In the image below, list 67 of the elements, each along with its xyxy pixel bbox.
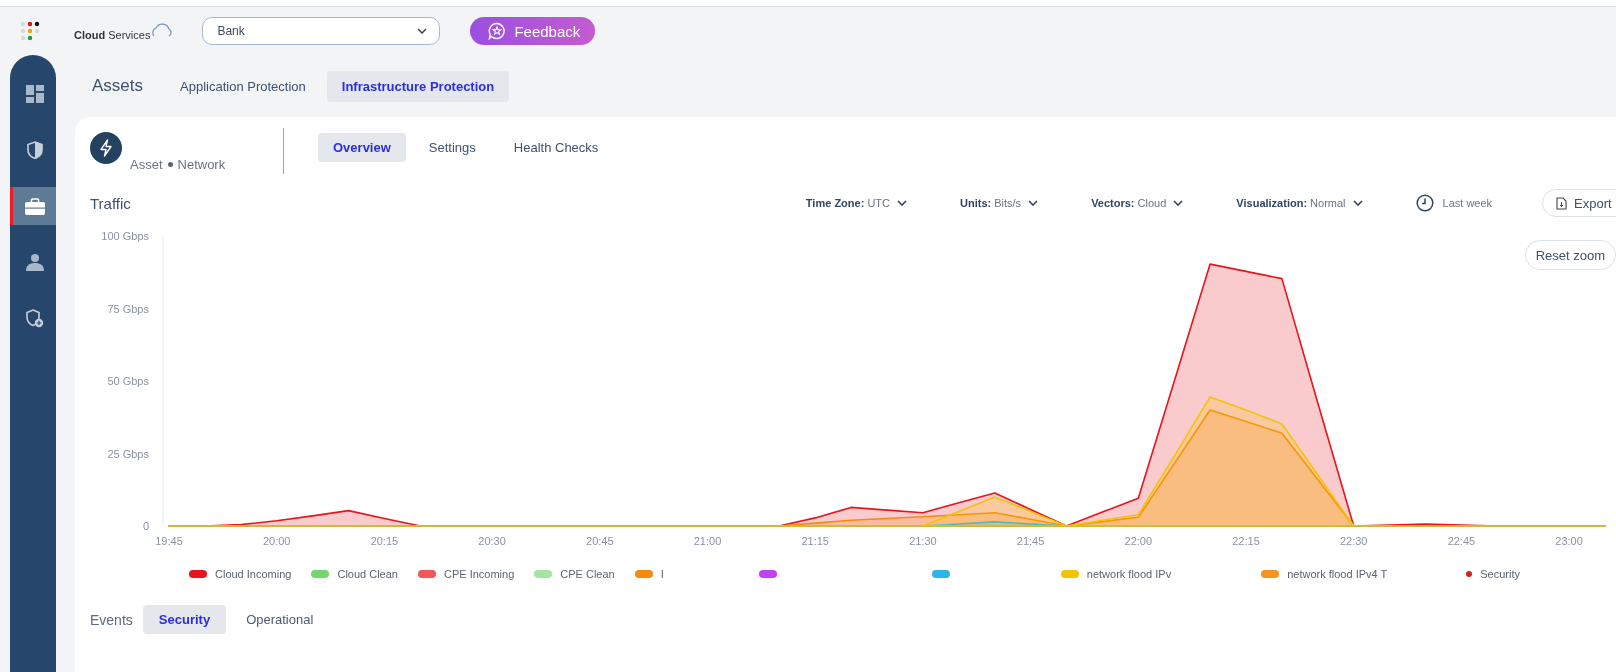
x-axis-label: 23:00 bbox=[1555, 535, 1583, 547]
y-axis-label: 100 Gbps bbox=[101, 230, 149, 242]
x-axis-label: 20:45 bbox=[586, 535, 614, 547]
x-axis-label: 21:45 bbox=[1016, 535, 1045, 547]
separator-dot-icon bbox=[167, 161, 173, 167]
traffic-title: Traffic bbox=[90, 194, 131, 212]
shield-icon bbox=[26, 141, 43, 159]
y-axis-label: 0 bbox=[142, 520, 149, 532]
reset-zoom-button[interactable]: Reset zoom bbox=[1524, 240, 1616, 270]
x-axis-label: 22:00 bbox=[1124, 535, 1153, 547]
section-tab[interactable]: Application Protection bbox=[165, 70, 321, 102]
filter-dropdown[interactable]: Vectors: Cloud bbox=[1091, 197, 1184, 209]
briefcase-icon bbox=[24, 197, 45, 215]
document-icon bbox=[1556, 196, 1568, 210]
chevron-down-icon bbox=[897, 200, 907, 206]
chevron-down-icon bbox=[417, 28, 428, 34]
time-range-button[interactable]: Last week bbox=[1415, 194, 1493, 212]
clock-icon bbox=[1415, 194, 1434, 212]
section-tab[interactable]: Infrastructure Protection bbox=[326, 70, 510, 102]
events-tab[interactable]: Security bbox=[142, 605, 227, 634]
legend-label: network flood IPv bbox=[1086, 568, 1172, 580]
asset-tab[interactable]: Overview bbox=[318, 132, 406, 162]
filter-dropdown[interactable]: Time Zone: UTC bbox=[805, 197, 907, 209]
legend-label: Cloud Clean bbox=[337, 568, 398, 580]
x-axis-label: 22:45 bbox=[1447, 535, 1476, 547]
filter-dropdown[interactable]: Units: Bits/s bbox=[960, 197, 1039, 209]
filter-dropdown[interactable]: Visualization: Normal bbox=[1236, 197, 1363, 209]
cloud-icon bbox=[150, 21, 175, 39]
x-axis-label: 22:30 bbox=[1339, 535, 1368, 547]
asset-tab[interactable]: Health Checks bbox=[498, 132, 614, 162]
feedback-button[interactable]: Feedback bbox=[470, 17, 596, 45]
x-axis-label: 22:15 bbox=[1232, 535, 1260, 547]
x-axis-label: 21:30 bbox=[909, 535, 937, 547]
legend-label: network flood IPv4 T bbox=[1287, 568, 1388, 580]
brand-name: Cloud Services bbox=[74, 29, 151, 41]
logo-icon bbox=[20, 21, 42, 41]
account-select[interactable]: Bank bbox=[202, 17, 441, 45]
section-title: Assets bbox=[92, 76, 144, 96]
export-button[interactable]: Export bbox=[1542, 189, 1616, 217]
asset-tab[interactable]: Settings bbox=[413, 132, 491, 162]
sidebar-item[interactable] bbox=[10, 187, 56, 225]
events-tab[interactable]: Operational bbox=[230, 605, 330, 634]
y-axis-label: 50 Gbps bbox=[107, 375, 149, 387]
y-axis-label: 75 Gbps bbox=[107, 302, 149, 315]
x-axis-label: 21:00 bbox=[693, 535, 722, 547]
chevron-down-icon bbox=[1352, 200, 1363, 206]
legend-label: I bbox=[660, 568, 664, 580]
legend-label: CPE Clean bbox=[560, 568, 615, 580]
x-axis-label: 20:00 bbox=[262, 535, 291, 547]
user-icon bbox=[25, 253, 44, 271]
y-axis-label: 25 Gbps bbox=[107, 447, 149, 460]
legend-label: Cloud Incoming bbox=[215, 568, 292, 580]
dashboard-icon bbox=[25, 85, 44, 103]
asset-type: Asset bbox=[130, 156, 163, 172]
lightning-icon bbox=[90, 132, 122, 164]
shield-plus-icon bbox=[25, 308, 44, 328]
x-axis-label: 20:30 bbox=[478, 535, 506, 547]
chevron-down-icon bbox=[1173, 200, 1184, 206]
legend-label: CPE Incoming bbox=[444, 568, 515, 580]
x-axis-label: 19:45 bbox=[155, 535, 183, 547]
asset-category: Network bbox=[177, 156, 226, 172]
x-axis-label: 21:15 bbox=[801, 535, 829, 547]
legend-label: Security bbox=[1480, 568, 1520, 580]
events-title: Events bbox=[90, 611, 133, 628]
chevron-down-icon bbox=[1028, 200, 1039, 206]
chat-star-icon bbox=[488, 22, 507, 40]
x-axis-label: 20:15 bbox=[370, 535, 399, 547]
